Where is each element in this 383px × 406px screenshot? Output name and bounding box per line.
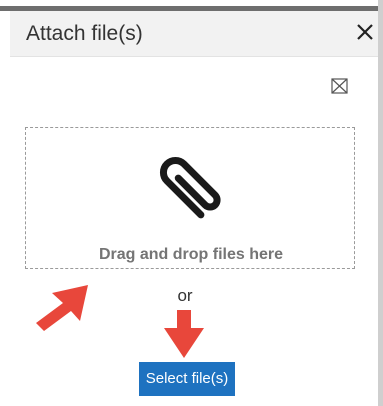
dialog-header: Attach file(s) bbox=[10, 11, 383, 57]
dialog-title: Attach file(s) bbox=[26, 22, 143, 45]
drop-zone[interactable]: Drag and drop files here bbox=[25, 127, 355, 269]
drop-zone-text: Drag and drop files here bbox=[98, 246, 284, 263]
window-edge bbox=[378, 0, 383, 406]
select-files-button[interactable]: Select file(s) bbox=[139, 362, 235, 396]
broken-image-icon bbox=[330, 76, 350, 96]
annotation-arrow-down bbox=[164, 310, 204, 358]
close-icon bbox=[357, 24, 373, 40]
close-button[interactable] bbox=[350, 17, 380, 47]
paperclip-icon bbox=[145, 142, 237, 239]
annotation-arrow-up-right bbox=[36, 285, 88, 331]
attach-files-dialog: Attach file(s) Drag and drop files here … bbox=[0, 0, 383, 406]
